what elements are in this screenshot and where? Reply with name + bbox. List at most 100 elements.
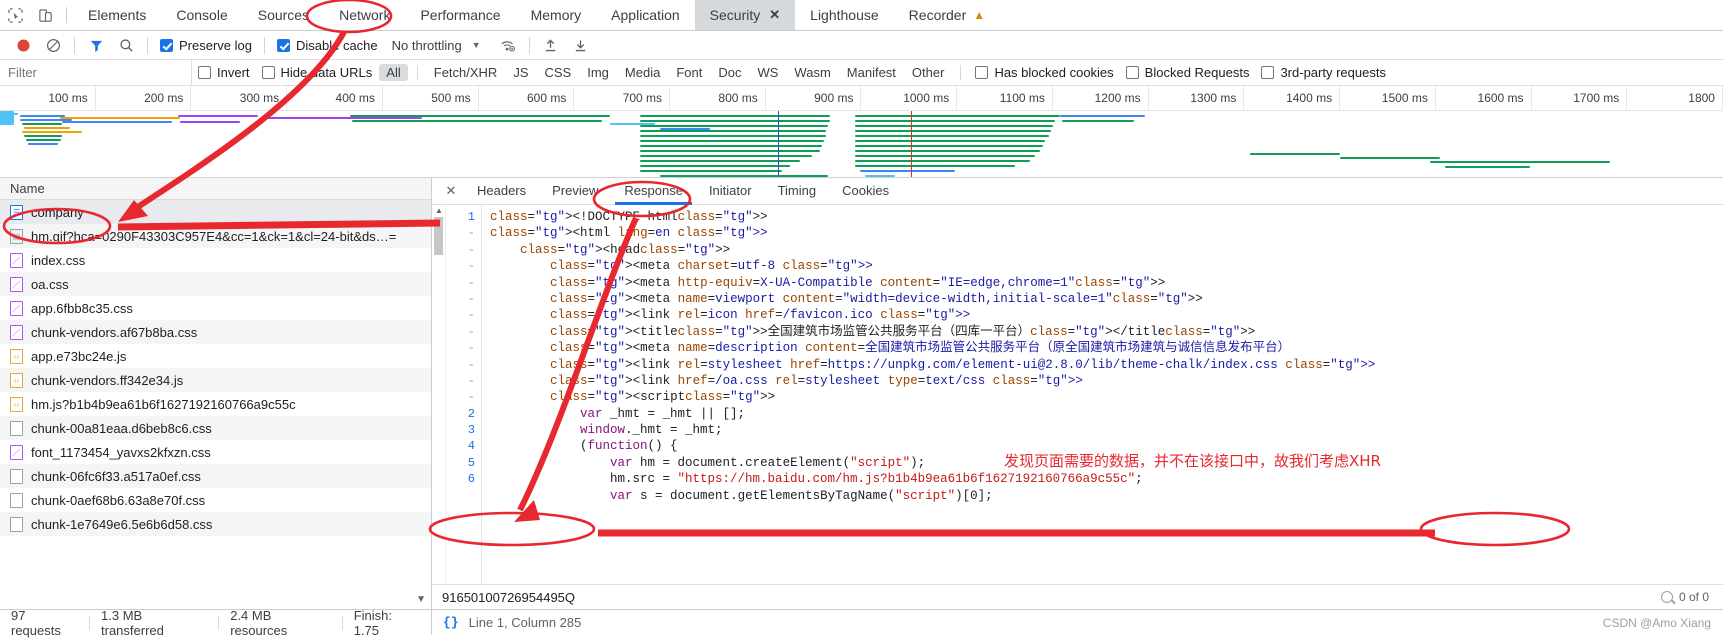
requests-count: 97 requests [11, 607, 61, 638]
tab-console[interactable]: Console [161, 0, 242, 30]
chevron-down-icon[interactable]: ▼ [466, 40, 493, 50]
tab-preview[interactable]: Preview [539, 178, 611, 205]
tab-label: Elements [88, 7, 147, 23]
network-conditions-icon[interactable] [493, 31, 523, 60]
scroll-down-icon[interactable]: ▼ [416, 594, 426, 605]
tab-lighthouse[interactable]: Lighthouse [795, 0, 894, 30]
request-row[interactable]: chunk-00a81eaa.d6beb8c6.css [0, 416, 431, 440]
tab-sources[interactable]: Sources [243, 0, 324, 30]
has-blocked-cookies-checkbox[interactable]: Has blocked cookies [969, 65, 1119, 80]
request-row[interactable]: chunk-1e7649e6.5e6b6d58.css [0, 512, 431, 536]
filter-type-fetch-xhr[interactable]: Fetch/XHR [427, 64, 505, 81]
tab-timing[interactable]: Timing [765, 178, 830, 205]
column-header-name[interactable]: Name [0, 178, 431, 200]
filter-type-js[interactable]: JS [506, 64, 535, 81]
line-number: - [467, 324, 475, 339]
timeline-event-marker [911, 111, 912, 177]
timeline-tick: 1600 ms [1436, 86, 1532, 111]
tabbar-divider [66, 7, 67, 23]
waterfall-bar [1445, 166, 1530, 168]
invert-label: Invert [217, 65, 250, 80]
inspect-icon[interactable] [0, 0, 30, 30]
search-value[interactable]: 91650100726954495Q [442, 590, 575, 605]
close-icon[interactable]: ✕ [438, 183, 464, 199]
device-toggle-icon[interactable] [30, 0, 60, 30]
request-row[interactable]: ／ index.css [0, 248, 431, 272]
export-har-icon[interactable] [566, 31, 596, 60]
format-icon[interactable]: {} [443, 615, 459, 630]
tab-recorder[interactable]: Recorder ▲ [894, 0, 1000, 30]
timeline-tick: 600 ms [479, 86, 575, 111]
checkbox-box [1261, 66, 1275, 79]
waterfall-bar [855, 130, 1051, 132]
close-icon[interactable]: ✕ [769, 7, 780, 23]
scroll-up-icon[interactable]: ▲ [435, 206, 443, 215]
transferred-size: 1.3 MB transferred [101, 607, 164, 638]
tab-memory[interactable]: Memory [516, 0, 597, 30]
requests-list[interactable]: ☰ company ▤ hm.gif?hca=0290F43303C957E4&cc=… [0, 200, 431, 609]
code-text[interactable]: class="tg"><!DOCTYPE htmlclass="tg">> cla… [482, 205, 1723, 584]
waterfall-bar [640, 145, 822, 147]
waterfall-bar [855, 155, 1035, 157]
tab-application[interactable]: Application [596, 0, 695, 30]
waterfall-bar [1430, 161, 1525, 163]
waterfall-bar [855, 120, 1055, 122]
filter-type-css[interactable]: CSS [538, 64, 579, 81]
request-row[interactable]: chunk-06fc6f33.a517a0ef.css [0, 464, 431, 488]
disable-cache-checkbox[interactable]: Disable cache [271, 38, 384, 53]
throttling-select[interactable]: No throttling [384, 38, 466, 53]
request-row[interactable]: ／ chunk-vendors.af67b8ba.css [0, 320, 431, 344]
filter-type-media[interactable]: Media [618, 64, 667, 81]
request-row[interactable]: ‹› hm.js?b1b4b9ea61b6f1627192160766a9c55c [0, 392, 431, 416]
filter-type-all[interactable]: All [379, 64, 408, 81]
tab-headers[interactable]: Headers [464, 178, 539, 205]
tab-security[interactable]: Security ✕ [694, 0, 796, 30]
request-row[interactable]: ／ font_1173454_yavxs2kfxzn.css [0, 440, 431, 464]
waterfall-bar [0, 111, 14, 125]
tab-cookies[interactable]: Cookies [829, 178, 902, 205]
tab-network[interactable]: Network [324, 0, 405, 30]
record-button[interactable] [8, 31, 38, 60]
checkbox-box [198, 66, 211, 79]
request-row[interactable]: ‹› app.e73bc24e.js [0, 344, 431, 368]
request-row[interactable]: ☰ company [0, 200, 431, 224]
third-party-requests-checkbox[interactable]: 3rd-party requests [1255, 65, 1392, 80]
filter-type-wasm[interactable]: Wasm [787, 64, 837, 81]
search-button[interactable] [111, 31, 141, 60]
filter-type-other[interactable]: Other [905, 64, 952, 81]
toolbar-divider [263, 36, 265, 54]
code-line: (function() { [490, 439, 678, 454]
tab-elements[interactable]: Elements [73, 0, 161, 30]
hide-data-urls-checkbox[interactable]: Hide data URLs [256, 65, 379, 80]
checkbox-box [1125, 66, 1139, 79]
filter-type-doc[interactable]: Doc [711, 64, 748, 81]
request-row[interactable]: chunk-0aef68b6.63a8e70f.css [0, 488, 431, 512]
search-match-status: 0 of 0 [1660, 590, 1723, 604]
line-number: - [467, 291, 475, 306]
preserve-log-checkbox[interactable]: Preserve log [154, 38, 258, 53]
filter-button[interactable] [81, 31, 111, 60]
network-overview[interactable]: 100 ms 200 ms 300 ms 400 ms 500 ms 600 ms 700 … [0, 86, 1723, 178]
filter-input[interactable] [0, 59, 192, 86]
blocked-requests-checkbox[interactable]: Blocked Requests [1120, 65, 1256, 80]
filter-bar: Invert Hide data URLs All Fetch/XHR JS C… [0, 59, 1723, 86]
scrollbar-thumb[interactable] [434, 217, 443, 255]
filter-type-ws[interactable]: WS [750, 64, 785, 81]
filter-type-img[interactable]: Img [580, 64, 616, 81]
request-row[interactable]: ‹› chunk-vendors.ff342e34.js [0, 368, 431, 392]
import-har-icon[interactable] [536, 31, 566, 60]
watermark: CSDN @Amo Xiang [1602, 615, 1711, 630]
filter-type-manifest[interactable]: Manifest [840, 64, 903, 81]
invert-checkbox[interactable]: Invert [192, 65, 256, 80]
request-name: font_1173454_yavxs2kfxzn.css [31, 444, 211, 460]
tab-initiator[interactable]: Initiator [696, 178, 765, 205]
tab-response[interactable]: Response [611, 178, 696, 205]
code-scrollbar[interactable]: ▲ [432, 205, 446, 584]
request-row[interactable]: ／ oa.css [0, 272, 431, 296]
request-row[interactable]: ▤ hm.gif?hca=0290F43303C957E4&cc=1&ck=1&c… [0, 224, 431, 248]
filter-type-font[interactable]: Font [669, 64, 709, 81]
request-row[interactable]: ／ app.6fbb8c35.css [0, 296, 431, 320]
status-bar: 97 requests 1.3 MB transferred 2.4 MB re… [0, 607, 1723, 638]
tab-performance[interactable]: Performance [405, 0, 515, 30]
clear-button[interactable] [38, 31, 68, 60]
